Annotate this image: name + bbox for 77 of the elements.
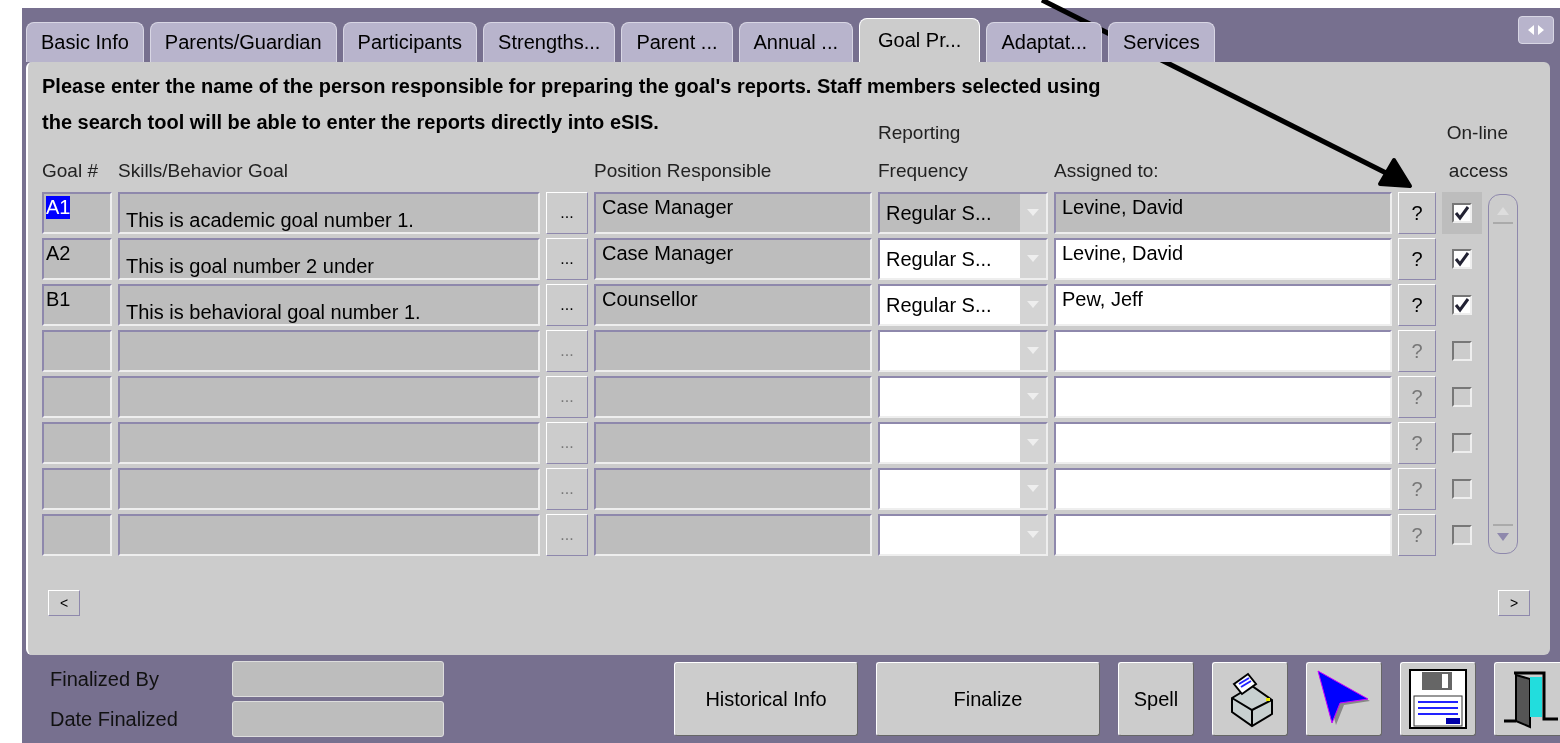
tab[interactable]: Strengths... <box>483 22 616 62</box>
position-field[interactable]: Counsellor <box>594 284 872 326</box>
goal-field[interactable] <box>118 468 540 510</box>
assigned-to-field[interactable]: Levine, David <box>1054 238 1392 280</box>
footer-button[interactable]: Spell <box>1118 662 1194 736</box>
goal-number-field[interactable]: A2 <box>42 238 112 280</box>
goal-number-field[interactable] <box>42 422 112 464</box>
column-header: Frequency <box>878 159 969 183</box>
tab[interactable]: Basic Info <box>26 22 144 62</box>
position-field[interactable]: Case Manager <box>594 192 872 234</box>
lookup-button[interactable]: ? <box>1398 192 1436 234</box>
tab[interactable]: Participants <box>342 22 478 62</box>
ellipsis-button[interactable]: ... <box>546 284 588 326</box>
frequency-dropdown[interactable]: Regular S... <box>878 192 1048 234</box>
assigned-to-field[interactable]: Pew, Jeff <box>1054 284 1392 326</box>
goal-number-field[interactable] <box>42 468 112 510</box>
column-header: access <box>1448 159 1509 183</box>
frequency-dropdown[interactable] <box>878 376 1048 418</box>
tab[interactable]: Adaptat... <box>986 22 1103 62</box>
position-field[interactable] <box>594 422 872 464</box>
goal-field[interactable]: This is academic goal number 1. <box>118 192 540 234</box>
column-header: Position Responsible <box>594 159 773 183</box>
exit-door-icon <box>1502 669 1560 729</box>
tab[interactable]: Parent ... <box>621 22 733 62</box>
position-field[interactable] <box>594 376 872 418</box>
tab[interactable]: Parents/Guardian <box>149 22 337 62</box>
position-field[interactable] <box>594 514 872 556</box>
ellipsis-button[interactable]: ... <box>546 238 588 280</box>
goal-number-field[interactable] <box>42 330 112 372</box>
previous-button[interactable]: < <box>48 590 80 616</box>
lookup-button[interactable]: ? <box>1398 284 1436 326</box>
tab-scroll-icon[interactable] <box>1518 16 1554 44</box>
ellipsis-button[interactable]: ... <box>546 192 588 234</box>
online-access-checkbox[interactable] <box>1452 249 1472 269</box>
goal-field[interactable] <box>118 514 540 556</box>
goal-field[interactable] <box>118 330 540 372</box>
frequency-dropdown[interactable]: Regular S... <box>878 284 1048 326</box>
instruction-text: the search tool will be able to enter the reports directly into eSIS. <box>42 110 659 135</box>
goal-number-field[interactable]: B1 <box>42 284 112 326</box>
goal-field[interactable]: This is behavioral goal number 1. <box>118 284 540 326</box>
toolbar-button[interactable] <box>1400 662 1476 736</box>
column-header: On-line <box>1446 121 1509 145</box>
toolbar-button[interactable] <box>1212 662 1288 736</box>
footer-button[interactable]: Finalize <box>876 662 1100 736</box>
field-label: Date Finalized <box>50 707 179 731</box>
lookup-button[interactable]: ? <box>1398 238 1436 280</box>
tab[interactable]: Goal Pr... <box>859 18 981 62</box>
online-access-checkbox[interactable] <box>1452 295 1472 315</box>
frequency-dropdown[interactable] <box>878 330 1048 372</box>
next-button[interactable]: > <box>1498 590 1530 616</box>
position-field[interactable]: Case Manager <box>594 238 872 280</box>
online-access-checkbox[interactable] <box>1452 203 1472 223</box>
position-field[interactable] <box>594 330 872 372</box>
instruction-text: Please enter the name of the person responsible for preparing the goal's reports. Staff members selected using <box>42 74 1101 99</box>
column-header: Skills/Behavior Goal <box>118 159 290 183</box>
field-label: Finalized By <box>50 667 160 691</box>
tab[interactable]: Annual ... <box>738 22 854 62</box>
goal-number-field[interactable] <box>42 376 112 418</box>
goal-number-field[interactable]: A1 <box>42 192 112 234</box>
goal-number-field[interactable] <box>42 514 112 556</box>
position-field[interactable] <box>594 468 872 510</box>
column-header: Goal # <box>42 159 99 183</box>
frequency-dropdown[interactable]: Regular S... <box>878 238 1048 280</box>
vertical-scrollbar[interactable] <box>1488 194 1518 554</box>
assigned-to-field[interactable]: Levine, David <box>1054 192 1392 234</box>
column-header: Reporting <box>878 121 962 145</box>
frequency-dropdown[interactable] <box>878 468 1048 510</box>
frequency-dropdown[interactable] <box>878 514 1048 556</box>
frequency-dropdown[interactable] <box>878 422 1048 464</box>
goal-field[interactable]: This is goal number 2 under <box>118 238 540 280</box>
goal-field[interactable] <box>118 376 540 418</box>
column-header: Assigned to: <box>1054 159 1160 183</box>
tab[interactable]: Services <box>1108 22 1215 62</box>
toolbar-button[interactable] <box>1306 662 1382 736</box>
toolbar-button[interactable] <box>1494 662 1560 736</box>
goal-field[interactable] <box>118 422 540 464</box>
footer-button[interactable]: Historical Info <box>674 662 858 736</box>
